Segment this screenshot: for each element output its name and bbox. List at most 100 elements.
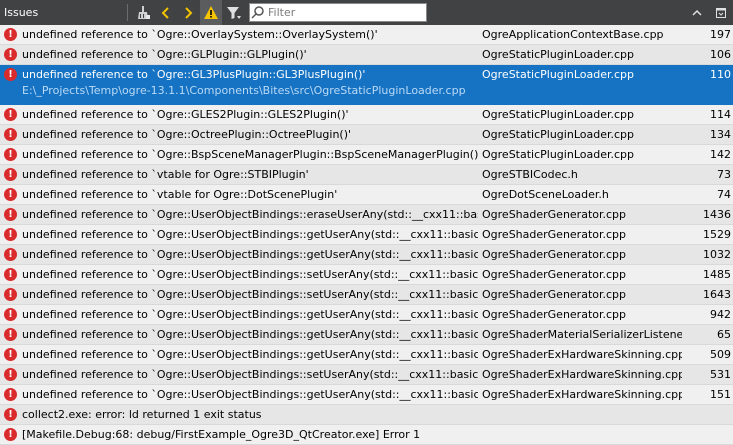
- issue-description: undefined reference to `Ogre::UserObject…: [22, 248, 478, 261]
- filter-menu-button[interactable]: [223, 0, 245, 25]
- issue-line: 142: [710, 148, 731, 161]
- issue-row[interactable]: ! collect2.exe: error: ld returned 1 exit…: [0, 405, 733, 425]
- issue-description: undefined reference to `Ogre::UserObject…: [22, 288, 478, 301]
- issue-file: OgreShaderExHardwareSkinning.cpp: [482, 348, 682, 361]
- error-icon: !: [4, 128, 17, 141]
- error-icon: !: [4, 368, 17, 381]
- warning-icon: [204, 5, 218, 19]
- issue-description: undefined reference to `Ogre::UserObject…: [22, 368, 478, 381]
- issue-line: 509: [710, 348, 731, 361]
- arrow-left-icon: [161, 6, 169, 19]
- issue-file: OgreStaticPluginLoader.cpp: [482, 108, 634, 121]
- issue-description: undefined reference to `vtable for Ogre:…: [22, 168, 309, 181]
- issue-line: 134: [710, 128, 731, 141]
- issue-file: OgreShaderGenerator.cpp: [482, 208, 627, 221]
- error-icon: !: [4, 148, 17, 161]
- issue-row[interactable]: ! undefined reference to `Ogre::UserObjec…: [0, 385, 733, 405]
- issue-row[interactable]: ! undefined reference to `Ogre::UserObjec…: [0, 325, 733, 345]
- issue-row[interactable]: ! undefined reference to `Ogre::UserObjec…: [0, 345, 733, 365]
- pane-title: Issues: [4, 6, 39, 19]
- toolbar-separator: [127, 4, 128, 21]
- issue-description: undefined reference to `Ogre::GLPlugin::…: [22, 48, 307, 61]
- hide-pane-button[interactable]: [710, 0, 732, 25]
- issue-line: 1032: [703, 248, 731, 261]
- issue-line: 151: [710, 388, 731, 401]
- filter-funnel-icon: [227, 6, 241, 19]
- issue-description: undefined reference to `Ogre::UserObject…: [22, 348, 478, 361]
- issue-description: [Makefile.Debug:68: debug/FirstExample_O…: [22, 428, 421, 441]
- issue-description: collect2.exe: error: ld returned 1 exit …: [22, 408, 262, 421]
- error-icon: !: [4, 208, 17, 221]
- expand-button[interactable]: [686, 0, 708, 25]
- issue-file: OgreStaticPluginLoader.cpp: [482, 48, 634, 61]
- filter-input[interactable]: [268, 5, 416, 20]
- issue-line: 1529: [703, 228, 731, 241]
- issue-line: 1643: [703, 288, 731, 301]
- issue-row[interactable]: ! undefined reference to `Ogre::UserObjec…: [0, 365, 733, 385]
- issue-row[interactable]: ! [Makefile.Debug:68: debug/FirstExample_…: [0, 425, 733, 445]
- issue-row[interactable]: ! undefined reference to `Ogre::UserObjec…: [0, 265, 733, 285]
- issue-row[interactable]: ! undefined reference to `Ogre::UserObjec…: [0, 205, 733, 225]
- issue-row-selected[interactable]: ! undefined reference to `Ogre::GL3PlusPl…: [0, 65, 733, 105]
- issue-line: 1485: [703, 268, 731, 281]
- error-icon: !: [4, 288, 17, 301]
- next-item-button[interactable]: [177, 0, 199, 25]
- show-warnings-toggle[interactable]: [200, 0, 222, 25]
- clean-issues-button[interactable]: [133, 0, 155, 25]
- search-icon: [251, 6, 264, 19]
- issue-description: undefined reference to `Ogre::OverlaySys…: [22, 28, 378, 41]
- issue-file: OgreDotSceneLoader.h: [482, 188, 609, 201]
- issue-description: undefined reference to `Ogre::GL3PlusPlu…: [22, 68, 366, 81]
- issue-line: 197: [710, 28, 731, 41]
- issue-file: OgreSTBICodec.h: [482, 168, 578, 181]
- error-icon: !: [4, 168, 17, 181]
- issue-line: 531: [710, 368, 731, 381]
- issue-file-path: E:\_Projects\Temp\ogre-13.1.1\Components…: [22, 84, 466, 97]
- arrow-right-icon: [185, 6, 193, 19]
- issue-file: OgreShaderExHardwareSkinning.cpp: [482, 368, 682, 381]
- clean-broom-icon: [138, 5, 150, 19]
- issue-line: 110: [710, 68, 731, 81]
- issue-file: OgreShaderGenerator.cpp: [482, 228, 627, 241]
- issues-list: ! undefined reference to `Ogre::OverlaySy…: [0, 25, 733, 445]
- issue-file: OgreShaderMaterialSerializerListener.cpp: [482, 328, 682, 341]
- issue-line: 942: [710, 308, 731, 321]
- error-icon: !: [4, 68, 17, 81]
- issue-row[interactable]: ! undefined reference to `vtable for Ogre…: [0, 185, 733, 205]
- issue-row[interactable]: ! undefined reference to `Ogre::OverlaySy…: [0, 25, 733, 45]
- issue-file: OgreStaticPluginLoader.cpp: [482, 128, 634, 141]
- issue-row[interactable]: ! undefined reference to `Ogre::GLPlugin:…: [0, 45, 733, 65]
- chevron-up-icon: [692, 9, 702, 16]
- issue-row[interactable]: ! undefined reference to `Ogre::UserObjec…: [0, 285, 733, 305]
- close-pane-icon: [716, 7, 726, 18]
- issue-line: 106: [710, 48, 731, 61]
- error-icon: !: [4, 228, 17, 241]
- previous-item-button[interactable]: [155, 0, 177, 25]
- issue-file: OgreStaticPluginLoader.cpp: [482, 68, 634, 81]
- issue-description: undefined reference to `Ogre::UserObject…: [22, 328, 478, 341]
- issue-description: undefined reference to `Ogre::UserObject…: [22, 228, 478, 241]
- error-icon: !: [4, 308, 17, 321]
- issue-row[interactable]: ! undefined reference to `Ogre::BspSceneM…: [0, 145, 733, 165]
- issue-row[interactable]: ! undefined reference to `Ogre::UserObjec…: [0, 225, 733, 245]
- issue-row[interactable]: ! undefined reference to `vtable for Ogre…: [0, 165, 733, 185]
- issue-description: undefined reference to `Ogre::UserObject…: [22, 208, 478, 221]
- error-icon: !: [4, 48, 17, 61]
- issue-file: OgreShaderGenerator.cpp: [482, 308, 627, 321]
- issue-line: 74: [717, 188, 731, 201]
- error-icon: !: [4, 348, 17, 361]
- issue-line: 65: [717, 328, 731, 341]
- error-icon: !: [4, 248, 17, 261]
- issue-file: OgreShaderExHardwareSkinning.cpp: [482, 388, 682, 401]
- issue-row[interactable]: ! undefined reference to `Ogre::GLES2Plug…: [0, 105, 733, 125]
- error-icon: !: [4, 28, 17, 41]
- issue-file: OgreStaticPluginLoader.cpp: [482, 148, 634, 161]
- issue-description: undefined reference to `Ogre::OctreePlug…: [22, 128, 352, 141]
- issue-row[interactable]: ! undefined reference to `Ogre::UserObjec…: [0, 245, 733, 265]
- error-icon: !: [4, 188, 17, 201]
- error-icon: !: [4, 408, 17, 421]
- issue-row[interactable]: ! undefined reference to `Ogre::OctreePlu…: [0, 125, 733, 145]
- issue-description: undefined reference to `Ogre::UserObject…: [22, 388, 478, 401]
- issue-row[interactable]: ! undefined reference to `Ogre::UserObjec…: [0, 305, 733, 325]
- error-icon: !: [4, 428, 17, 441]
